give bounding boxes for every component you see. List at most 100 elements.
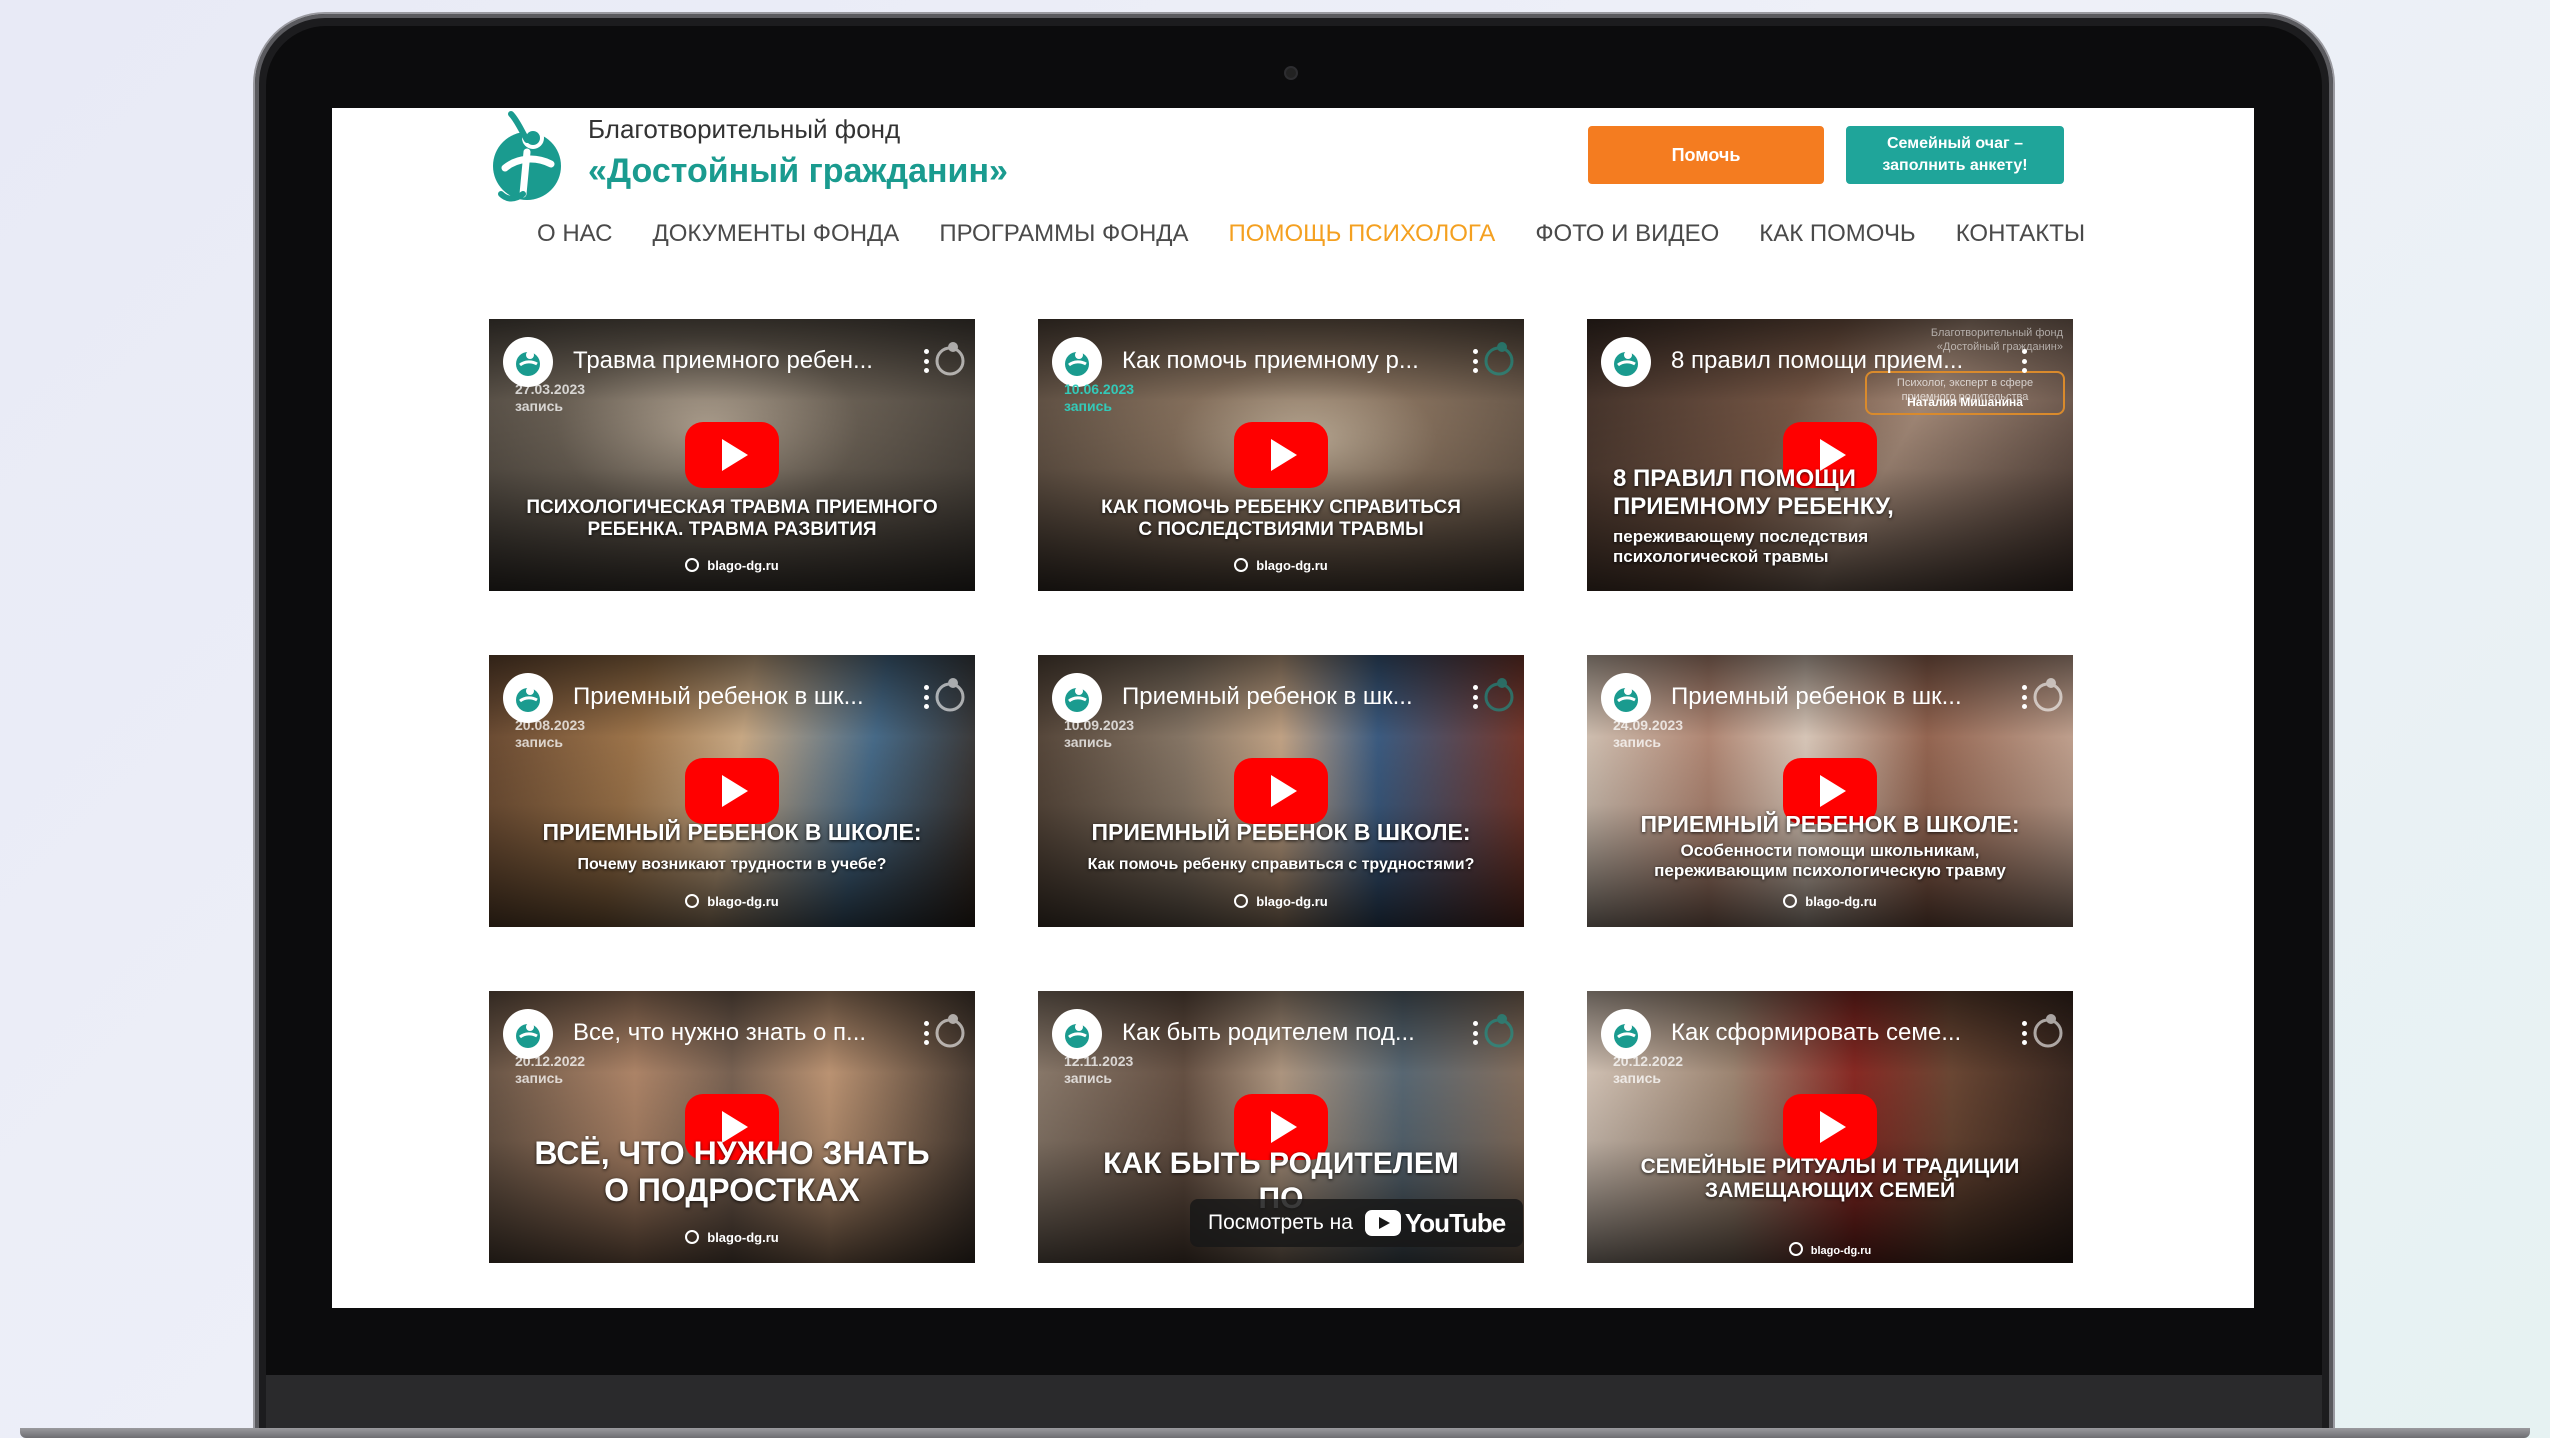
video-title[interactable]: Приемный ребенок в шк...: [1122, 683, 1464, 711]
more-options-icon[interactable]: [1472, 685, 1478, 709]
channel-logo-icon: [1065, 687, 1089, 712]
video-title[interactable]: Как быть родителем под...: [1122, 1019, 1464, 1047]
more-options-icon[interactable]: [1472, 1021, 1478, 1045]
video-subcaption: Почему возникают трудности в учебе?: [577, 856, 887, 873]
watermark-logo-icon: [935, 678, 965, 712]
nav-item-contacts[interactable]: КОНТАКТЫ: [1956, 220, 2085, 248]
channel-avatar[interactable]: [1052, 1009, 1102, 1059]
play-button[interactable]: [685, 422, 779, 488]
video-caption: ПРИЕМНЫЙ РЕБЕНОК В ШКОЛЕ:: [1091, 819, 1471, 845]
nav-item-photo-video[interactable]: ФОТО И ВИДЕО: [1535, 220, 1719, 248]
play-button[interactable]: [1783, 1094, 1877, 1160]
channel-logo-icon: [516, 687, 540, 712]
site-label: blago-dg.ru: [1587, 894, 2073, 909]
video-date: 27.03.2023 запись: [515, 381, 586, 414]
channel-avatar[interactable]: [1601, 673, 1651, 723]
channel-logo-icon: [1614, 351, 1638, 376]
nav-item-psychologist[interactable]: ПОМОЩЬ ПСИХОЛОГА: [1229, 220, 1496, 248]
nav-item-documents[interactable]: ДОКУМЕНТЫ ФОНДА: [652, 220, 899, 248]
watch-on-youtube-button[interactable]: Посмотреть на YouTube: [1190, 1199, 1524, 1247]
brand-subtitle: Благотворительный фонд: [588, 114, 901, 144]
more-options-icon[interactable]: [923, 1021, 929, 1045]
more-options-icon[interactable]: [923, 685, 929, 709]
video-embed[interactable]: Приемный ребенок в шк... 10.09.2023 запи…: [1038, 655, 1524, 927]
video-embed[interactable]: Травма приемного ребен... 27.03.2023 зап…: [489, 319, 975, 591]
video-embed[interactable]: Приемный ребенок в шк... 24.09.2023 запи…: [1587, 655, 2073, 927]
channel-logo-icon: [1065, 351, 1089, 376]
help-button[interactable]: Помочь: [1588, 126, 1824, 184]
more-options-icon[interactable]: [1472, 349, 1478, 373]
watermark-logo-icon: [1484, 678, 1514, 712]
video-date: 20.08.2023 запись: [515, 717, 586, 750]
watermark-logo-icon: [2033, 1014, 2063, 1048]
video-subcaption: переживающему последствия психологическо…: [1613, 527, 1869, 567]
watermark-logo-icon: [935, 342, 965, 376]
more-options-icon[interactable]: [2021, 1021, 2027, 1045]
video-caption: 8 ПРАВИЛ ПОМОЩИ ПРИЕМНОМУ РЕБЕНКУ,: [1613, 465, 1894, 520]
video-embed[interactable]: Все, что нужно знать о п... 20.12.2022 з…: [489, 991, 975, 1263]
video-title[interactable]: Приемный ребенок в шк...: [1671, 683, 2013, 711]
video-title[interactable]: Травма приемного ребен...: [573, 347, 915, 375]
video-caption: ВСЁ, ЧТО НУЖНО ЗНАТЬ О ПОДРОСТКАХ: [534, 1135, 930, 1208]
video-embed[interactable]: Как быть родителем под... 12.11.2023 зап…: [1038, 991, 1524, 1263]
site-label: blago-dg.ru: [1038, 894, 1524, 909]
channel-avatar[interactable]: [1052, 337, 1102, 387]
channel-logo-icon: [1614, 687, 1638, 712]
video-date: 12.11.2023 запись: [1064, 1053, 1134, 1086]
camera-dot: [1284, 66, 1298, 80]
video-embed[interactable]: Как сформировать семе... 20.12.2022 запи…: [1587, 991, 2073, 1263]
video-title[interactable]: Все, что нужно знать о п...: [573, 1019, 915, 1047]
channel-logo-icon: [1614, 1023, 1638, 1048]
video-date: 24.09.2023 запись: [1613, 717, 1684, 750]
video-caption: ПСИХОЛОГИЧЕСКАЯ ТРАВМА ПРИЕМНОГО РЕБЕНКА…: [526, 497, 938, 540]
website-screen: Благотворительный фонд «Достойный гражда…: [332, 108, 2254, 1308]
channel-logo-icon: [516, 351, 540, 376]
site-label: blago-dg.ru: [489, 1230, 975, 1245]
channel-avatar[interactable]: [503, 337, 553, 387]
video-subcaption: Как помочь ребенку справиться с трудност…: [1087, 856, 1475, 873]
nav-item-about[interactable]: О НАС: [537, 220, 612, 248]
video-title[interactable]: Как помочь приемному р...: [1122, 347, 1464, 375]
play-button[interactable]: [685, 758, 779, 824]
video-date: 20.12.2022 запись: [1613, 1053, 1684, 1086]
channel-avatar[interactable]: [503, 673, 553, 723]
video-grid: Травма приемного ребен... 27.03.2023 зап…: [489, 319, 2073, 1263]
video-subcaption: Особенности помощи школьникам, переживаю…: [1654, 841, 2006, 881]
video-title[interactable]: 8 правил помощи прием...: [1671, 347, 2013, 375]
more-options-icon[interactable]: [2021, 349, 2027, 373]
video-embed[interactable]: Как помочь приемному р... 10.06.2023 зап…: [1038, 319, 1524, 591]
main-nav: О НАС ДОКУМЕНТЫ ФОНДА ПРОГРАММЫ ФОНДА ПО…: [537, 214, 2085, 254]
video-embed[interactable]: Благотворительный фонд «Достойный гражда…: [1587, 319, 2073, 591]
watch-on-label: Посмотреть на: [1208, 1211, 1353, 1234]
video-title[interactable]: Приемный ребенок в шк...: [573, 683, 915, 711]
nav-item-how-to-help[interactable]: КАК ПОМОЧЬ: [1759, 220, 1915, 248]
brand-name[interactable]: «Достойный гражданин»: [588, 152, 1008, 191]
site-label: blago-dg.ru: [1587, 1242, 2073, 1257]
watermark-logo-icon: [1484, 342, 1514, 376]
foundation-logo-icon[interactable]: [487, 108, 567, 208]
channel-avatar[interactable]: [1052, 673, 1102, 723]
more-options-icon[interactable]: [923, 349, 929, 373]
video-date: 10.06.2023 запись: [1064, 381, 1135, 414]
channel-avatar[interactable]: [1601, 1009, 1651, 1059]
expert-badge: Психолог, эксперт в сфере приемного роди…: [1865, 371, 2065, 415]
laptop-base: [20, 1428, 2530, 1438]
channel-avatar[interactable]: [1601, 337, 1651, 387]
youtube-logo-icon: YouTube: [1364, 1208, 1506, 1239]
site-label: blago-dg.ru: [489, 894, 975, 909]
family-form-button[interactable]: Семейный очаг – заполнить анкету!: [1846, 126, 2064, 184]
more-options-icon[interactable]: [2021, 685, 2027, 709]
video-caption: СЕМЕЙНЫЕ РИТУАЛЫ И ТРАДИЦИИ ЗАМЕЩАЮЩИХ С…: [1640, 1155, 2020, 1203]
video-title[interactable]: Как сформировать семе...: [1671, 1019, 2013, 1047]
channel-logo-icon: [516, 1023, 540, 1048]
video-embed[interactable]: Приемный ребенок в шк... 20.08.2023 запи…: [489, 655, 975, 927]
video-caption: ПРИЕМНЫЙ РЕБЕНОК В ШКОЛЕ:: [1640, 811, 2020, 837]
channel-avatar[interactable]: [503, 1009, 553, 1059]
video-date: 20.12.2022 запись: [515, 1053, 586, 1086]
watermark-logo-icon: [2033, 678, 2063, 712]
nav-item-programs[interactable]: ПРОГРАММЫ ФОНДА: [939, 220, 1188, 248]
watermark-logo-icon: [1484, 1014, 1514, 1048]
play-button[interactable]: [1234, 422, 1328, 488]
site-label: blago-dg.ru: [1038, 558, 1524, 573]
play-button[interactable]: [1234, 758, 1328, 824]
